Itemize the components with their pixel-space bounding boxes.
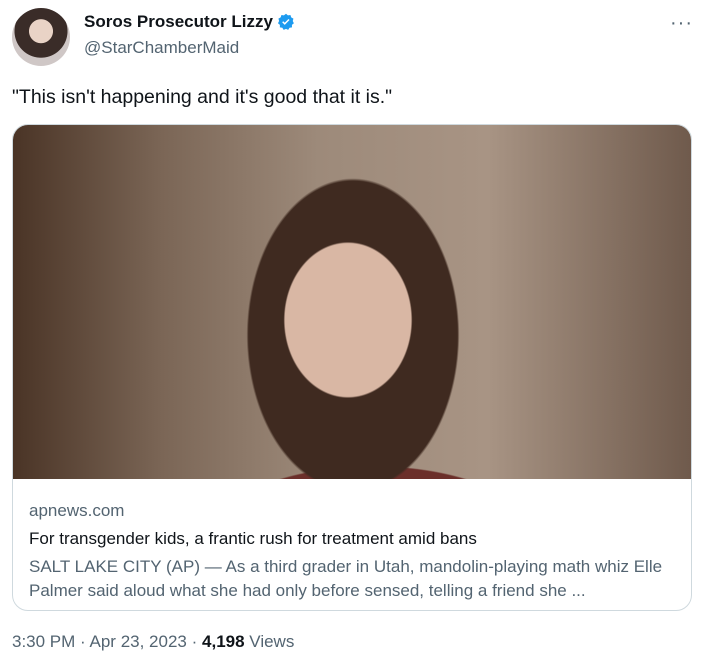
tweet-date[interactable]: Apr 23, 2023 — [90, 632, 187, 651]
verified-badge-icon — [277, 13, 295, 31]
card-domain: apnews.com — [29, 501, 125, 520]
card-title: For transgender kids, a frantic rush for… — [29, 529, 477, 548]
meta-separator: · — [80, 632, 86, 651]
tweet-time[interactable]: 3:30 PM — [12, 632, 75, 651]
author-name[interactable]: Soros Prosecutor Lizzy — [84, 12, 273, 32]
author-handle[interactable]: @StarChamberMaid — [84, 38, 239, 58]
more-options-icon[interactable]: ··· — [670, 12, 693, 35]
tweet-text: "This isn't happening and it's good that… — [12, 86, 393, 108]
card-body[interactable]: apnews.com For transgender kids, a frant… — [13, 479, 691, 603]
meta-separator: · — [191, 632, 198, 651]
author-name-row[interactable]: Soros Prosecutor Lizzy — [84, 12, 295, 32]
card-image[interactable] — [13, 125, 691, 479]
views-label: Views — [249, 632, 295, 651]
card-description: SALT LAKE CITY (AP) — As a third grader … — [29, 557, 663, 600]
avatar[interactable] — [12, 8, 70, 66]
views-count: 4,198 — [202, 632, 245, 651]
link-card[interactable]: apnews.com For transgender kids, a frant… — [12, 124, 692, 611]
tweet-meta: 3:30 PM · Apr 23, 2023 · 4,198 Views — [12, 632, 294, 652]
